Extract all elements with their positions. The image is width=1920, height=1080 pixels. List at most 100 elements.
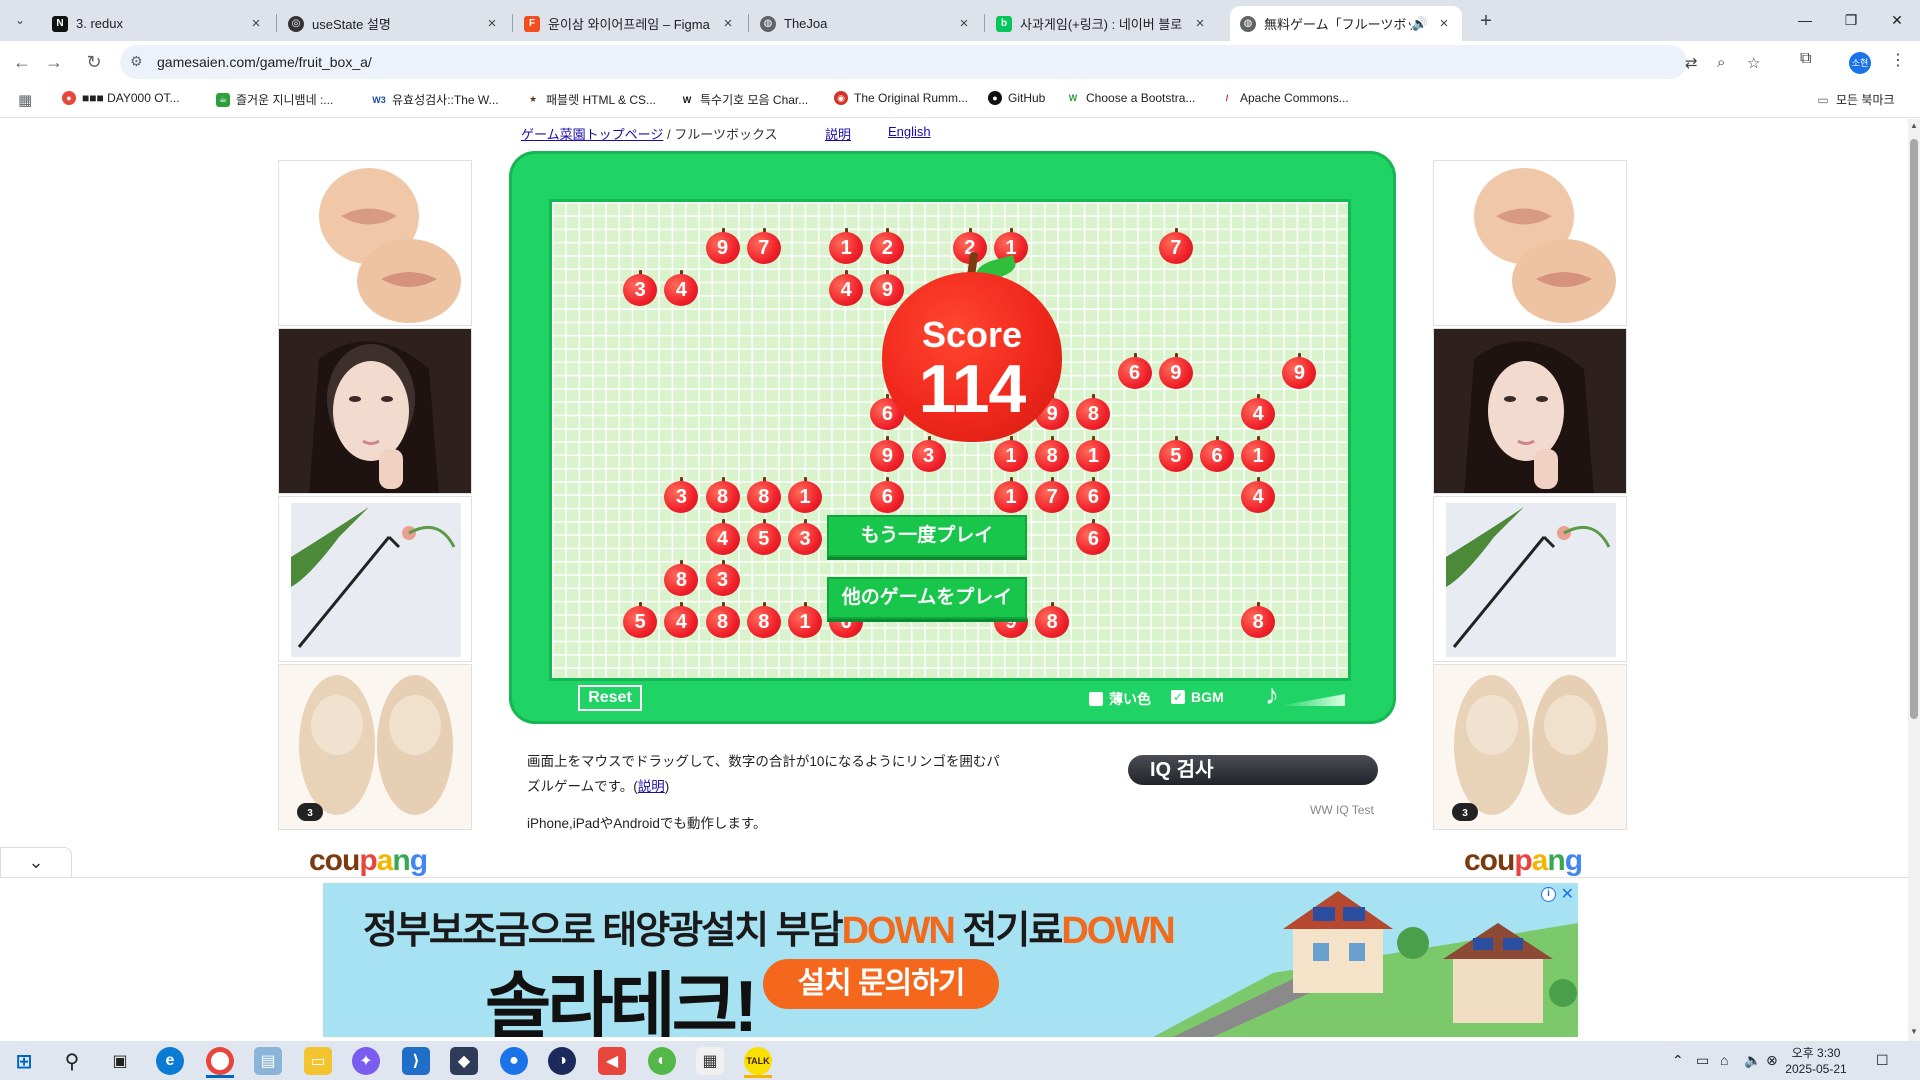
app-icon[interactable]: ◀ xyxy=(598,1047,626,1075)
tray-chevron-up-icon[interactable]: ⌃ xyxy=(1672,1052,1684,1069)
url-text[interactable]: gamesaien.com/game/fruit_box_a/ xyxy=(157,54,372,70)
copilot-icon[interactable]: ✦ xyxy=(352,1047,380,1075)
coupang-logo[interactable]: coupang xyxy=(1464,844,1583,878)
network-icon[interactable]: ⌂ xyxy=(1720,1052,1728,1068)
apple-number[interactable]: 5 xyxy=(1158,435,1193,472)
apple-number[interactable]: 6 xyxy=(870,477,905,513)
ad-close-icon[interactable]: ✕ xyxy=(1561,884,1574,904)
apple-number[interactable]: 5 xyxy=(746,518,781,555)
bgm-checkbox[interactable]: ✓ BGM xyxy=(1171,689,1224,705)
scroll-down-arrow-icon[interactable]: ▼ xyxy=(1908,1027,1920,1036)
banner-cta-button[interactable]: 설치 문의하기 xyxy=(763,959,999,1009)
restore-icon[interactable]: ❐ xyxy=(1828,6,1874,34)
vscode-icon[interactable]: ⟩ xyxy=(402,1047,430,1075)
right-side-ad[interactable]: i ✕ xyxy=(1433,160,1627,830)
volume-slider[interactable] xyxy=(1279,694,1345,706)
bookmark-item[interactable]: ★ 패블렛 HTML & CS... xyxy=(526,91,656,108)
ad-product-nose[interactable] xyxy=(278,328,472,494)
close-icon[interactable]: × xyxy=(484,15,500,32)
description-help-link[interactable]: 説明 xyxy=(638,779,665,794)
chrome-icon[interactable] xyxy=(206,1047,234,1075)
new-tab-plus-icon[interactable]: + xyxy=(1472,8,1500,36)
apple-number[interactable]: 7 xyxy=(1035,477,1070,513)
apple-number[interactable]: 3 xyxy=(623,269,658,306)
search-icon[interactable]: ⚲ xyxy=(58,1047,86,1075)
task-view-icon[interactable]: ▣ xyxy=(106,1047,134,1075)
tab-search-chevron-icon[interactable]: ⌄ xyxy=(8,8,32,32)
scroll-up-arrow-icon[interactable]: ▲ xyxy=(1908,121,1920,130)
checkbox-checked-icon[interactable]: ✓ xyxy=(1171,690,1185,704)
apple-number[interactable]: 1 xyxy=(788,601,822,638)
apple-number[interactable]: 8 xyxy=(746,601,781,638)
apple-number[interactable]: 4 xyxy=(664,269,699,306)
apple-number[interactable]: 1 xyxy=(788,477,822,513)
forward-arrow-icon[interactable]: → xyxy=(42,50,66,74)
apple-number[interactable]: 1 xyxy=(994,477,1028,513)
kakaotalk-icon[interactable]: TALK xyxy=(744,1047,772,1075)
zoom-icon[interactable]: ⌕ xyxy=(1717,54,1725,71)
page-scrollbar[interactable]: ▲ ▼ xyxy=(1908,119,1920,1041)
game-board[interactable]: 9712217344969969849318156138816176445368… xyxy=(549,199,1351,681)
solar-ad-banner[interactable]: 정부보조금으로 태양광설치 부담DOWN 전기료DOWN 솔라테크! 설치 문의… xyxy=(323,883,1578,1037)
apple-number[interactable]: 5 xyxy=(623,601,658,638)
maps-pin-icon[interactable]: ● xyxy=(500,1047,528,1075)
left-side-ad[interactable]: i ✕ xyxy=(278,160,472,830)
ad-product-lips[interactable] xyxy=(278,160,472,326)
bookmark-item[interactable]: W3 유효성검사::The W... xyxy=(372,91,499,108)
tray-status-icon[interactable]: ⊗ xyxy=(1766,1052,1778,1069)
close-icon[interactable]: × xyxy=(1192,15,1208,32)
apple-number[interactable]: 8 xyxy=(664,560,699,596)
close-icon[interactable]: × xyxy=(720,15,736,32)
tab-3[interactable]: F 윤이삼 와이어프레임 – Figma × xyxy=(514,6,746,41)
collapse-chevron-down-icon[interactable]: ⌄ xyxy=(0,847,72,877)
file-explorer-icon[interactable]: ▭ xyxy=(304,1047,332,1075)
window-close-icon[interactable]: ✕ xyxy=(1874,6,1920,34)
apple-number[interactable]: 1 xyxy=(1241,435,1276,472)
bookmark-item[interactable]: ● GitHub xyxy=(988,91,1045,105)
all-bookmarks-folder[interactable]: ▭ 모든 북마크 xyxy=(1816,91,1895,108)
app-icon[interactable]: ▦ xyxy=(696,1047,724,1075)
taskbar-clock[interactable]: 오후 3:30 2025-05-21 xyxy=(1782,1045,1850,1077)
app-icon[interactable]: ◆ xyxy=(450,1047,478,1075)
apple-number[interactable]: 6 xyxy=(1200,435,1234,472)
bookmark-item[interactable]: W 특수기호 모음 Char... xyxy=(680,91,808,108)
apple-number[interactable]: 4 xyxy=(664,601,699,638)
help-link[interactable]: 説明 xyxy=(825,124,851,143)
tab-1[interactable]: N 3. redux × xyxy=(42,6,274,41)
back-arrow-icon[interactable]: ← xyxy=(10,50,34,74)
bookmark-item[interactable]: / Apache Commons... xyxy=(1220,91,1349,105)
translate-icon[interactable]: ⇄ xyxy=(1685,54,1698,72)
apple-number[interactable]: 8 xyxy=(705,601,740,638)
apple-number[interactable]: 6 xyxy=(1076,477,1111,513)
apple-number[interactable]: 8 xyxy=(705,477,740,513)
bookmark-item[interactable]: W Choose a Bootstra... xyxy=(1066,91,1195,105)
play-again-button[interactable]: もう一度プレイ xyxy=(827,515,1027,557)
iq-test-ad-button[interactable]: IQ 검사 xyxy=(1128,755,1378,785)
apple-number[interactable]: 6 xyxy=(1117,352,1152,389)
app-icon[interactable]: ▤ xyxy=(254,1047,282,1075)
apple-number[interactable]: 3 xyxy=(788,518,822,555)
app-icon[interactable]: ◐ xyxy=(648,1047,676,1075)
reload-icon[interactable]: ↻ xyxy=(82,50,106,74)
apple-number[interactable]: 8 xyxy=(1241,601,1276,638)
other-games-button[interactable]: 他のゲームをプレイ xyxy=(827,577,1027,619)
bookmark-item[interactable]: ◉ The Original Rumm... xyxy=(834,91,968,105)
ad-info-icon[interactable]: i xyxy=(1541,887,1556,902)
ad-product-foot[interactable]: 3 xyxy=(278,664,472,830)
bookmark-star-icon[interactable]: ☆ xyxy=(1747,54,1760,72)
apple-number[interactable]: 4 xyxy=(829,269,864,306)
tray-app-icon[interactable]: ▭ xyxy=(1696,1052,1709,1069)
apple-number[interactable]: 8 xyxy=(746,477,781,513)
apple-number[interactable]: 1 xyxy=(829,228,864,264)
profile-avatar[interactable]: 소현 xyxy=(1849,52,1871,74)
apple-number[interactable]: 4 xyxy=(1241,394,1276,430)
checkbox-unchecked-icon[interactable] xyxy=(1089,692,1103,706)
apple-number[interactable]: 4 xyxy=(1241,477,1276,513)
extensions-puzzle-icon[interactable]: ⧉ xyxy=(1800,50,1811,68)
site-info-icon[interactable]: ⚙ xyxy=(130,53,143,70)
address-bar[interactable]: ⚙ gamesaien.com/game/fruit_box_a/ ⇄ ⌕ ☆ xyxy=(120,45,1760,79)
app-icon[interactable]: ◑ xyxy=(548,1047,576,1075)
apple-number[interactable]: 9 xyxy=(1158,352,1193,389)
notification-icon[interactable]: ☐ xyxy=(1876,1052,1889,1069)
apple-number[interactable]: 1 xyxy=(1076,435,1111,472)
